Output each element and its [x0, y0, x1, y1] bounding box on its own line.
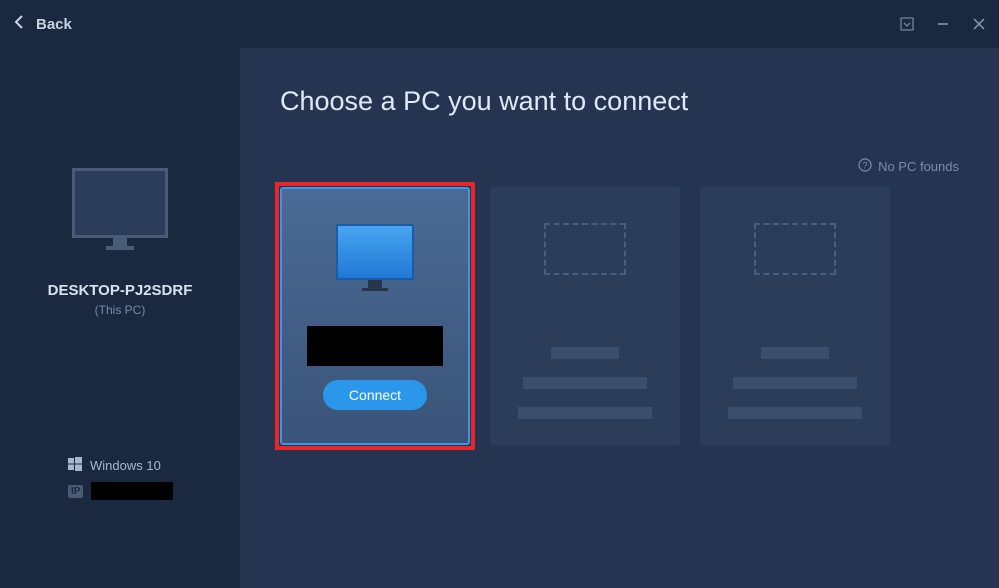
windows-icon — [68, 457, 82, 474]
page-title: Choose a PC you want to connect — [280, 86, 959, 117]
window-controls — [899, 16, 987, 32]
no-pc-label: No PC founds — [878, 159, 959, 174]
this-pc-label: (This PC) — [95, 303, 146, 317]
minimize-button[interactable] — [935, 16, 951, 32]
help-icon: ? — [858, 158, 872, 175]
pc-card-active[interactable]: Connect — [280, 187, 470, 445]
main-panel: Choose a PC you want to connect ? No PC … — [240, 48, 999, 588]
sidebar: DESKTOP-PJ2SDRF (This PC) Windows 10 IP — [0, 48, 240, 588]
pc-card-placeholder — [490, 187, 680, 445]
arrow-left-icon — [12, 14, 28, 34]
placeholder-line — [523, 377, 647, 389]
placeholder-monitor-icon — [544, 223, 626, 275]
ip-badge: IP — [68, 485, 83, 498]
titlebar: Back — [0, 0, 999, 48]
pc-name-redacted — [307, 326, 443, 366]
this-pc-monitor-icon — [72, 168, 168, 238]
back-button[interactable]: Back — [12, 14, 72, 34]
placeholder-line — [728, 407, 862, 419]
no-pc-found-link[interactable]: ? No PC founds — [858, 158, 959, 175]
svg-text:?: ? — [863, 161, 868, 171]
placeholder-line — [733, 377, 857, 389]
os-label: Windows 10 — [90, 458, 161, 473]
placeholder-line — [761, 347, 829, 359]
placeholder-monitor-icon — [754, 223, 836, 275]
placeholder-line — [551, 347, 619, 359]
pc-monitor-icon — [336, 224, 414, 280]
os-info-row: Windows 10 — [68, 457, 208, 474]
connect-button[interactable]: Connect — [323, 380, 427, 410]
ip-value — [91, 482, 173, 500]
sidebar-info: Windows 10 IP — [68, 457, 208, 508]
dropdown-icon[interactable] — [899, 16, 915, 32]
close-button[interactable] — [971, 16, 987, 32]
ip-info-row: IP — [68, 482, 208, 500]
this-pc-name: DESKTOP-PJ2SDRF — [48, 282, 193, 299]
pc-card-placeholder — [700, 187, 890, 445]
content: DESKTOP-PJ2SDRF (This PC) Windows 10 IP … — [0, 48, 999, 588]
back-label: Back — [36, 16, 72, 33]
placeholder-line — [518, 407, 652, 419]
pc-cards: Connect — [280, 187, 959, 445]
